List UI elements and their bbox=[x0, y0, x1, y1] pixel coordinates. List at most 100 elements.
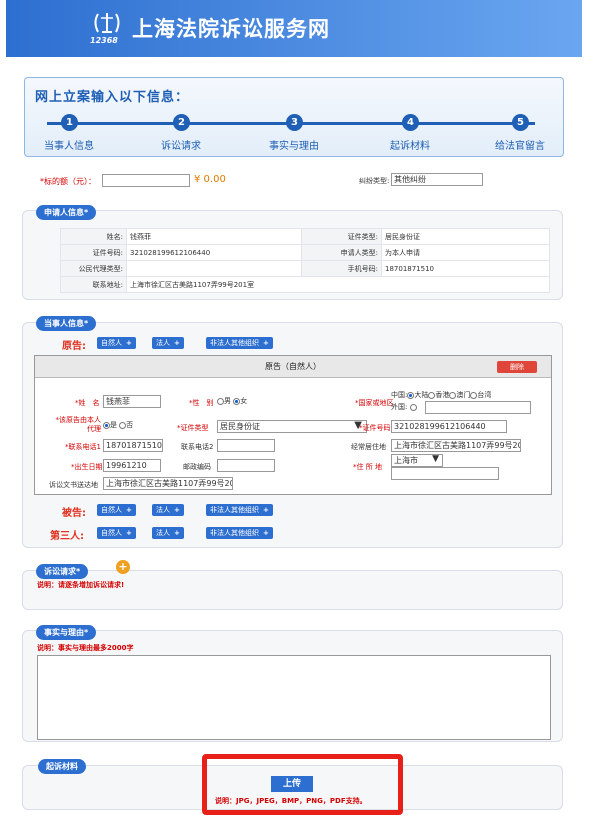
idtype-label: *证件类型 bbox=[177, 424, 209, 432]
name-input[interactable]: 钱燕菲 bbox=[103, 395, 161, 408]
zip-input[interactable] bbox=[217, 459, 275, 472]
region-label: *国家或地区 bbox=[355, 399, 394, 407]
table-cell: 18701871510 bbox=[381, 260, 550, 277]
site-header: 12368 上海法院诉讼服务网 bbox=[6, 0, 582, 57]
doc-address-label: 诉讼文书送达地 bbox=[49, 481, 98, 489]
step-1-circle[interactable]: 1 bbox=[61, 114, 78, 131]
chevron-down-icon: ▼ bbox=[432, 454, 439, 464]
self-agent-radios[interactable]: 是 否 bbox=[103, 420, 133, 430]
amount-input[interactable] bbox=[102, 174, 190, 187]
table-cell: 钱燕菲 bbox=[126, 228, 302, 245]
idno-label: *证件号码 bbox=[359, 424, 391, 432]
table-cell: 321028199612106440 bbox=[126, 244, 302, 261]
phone1-input[interactable]: 18701871510 bbox=[103, 439, 163, 452]
steps-title: 网上立案输入以下信息： bbox=[35, 90, 190, 105]
table-cell: 姓名: bbox=[60, 228, 127, 245]
zip-label: 邮政编码 bbox=[183, 463, 211, 471]
self-agent-label: *该原告由本人代理 bbox=[55, 416, 102, 433]
phone2-input[interactable] bbox=[217, 439, 275, 452]
foreign-country-input[interactable] bbox=[425, 401, 531, 414]
step-3-label[interactable]: 事实与理由 bbox=[254, 137, 334, 152]
applicant-table: 姓名: 钱燕菲 证件类型: 居民身份证 证件号码: 32102819961210… bbox=[60, 228, 550, 293]
upload-button[interactable]: 上传 bbox=[271, 776, 313, 792]
plaintiff-form: 原告（自然人） 删除 *姓 名 钱燕菲 *性 别 男 女 *国家或地区 中国: 大… bbox=[34, 355, 552, 495]
party-title: 当事人信息* bbox=[36, 316, 97, 331]
step-2-label[interactable]: 诉讼请求 bbox=[141, 137, 221, 152]
add-defendant-natural-button[interactable]: 自然人 + bbox=[97, 504, 136, 516]
site-title: 上海法院诉讼服务网 bbox=[132, 17, 330, 41]
table-row: 证件号码: 321028199612106440 申请人类型: 为本人申请 bbox=[60, 244, 550, 261]
facts-title: 事实与理由* bbox=[36, 625, 97, 640]
upload-hint: 说明：JPG，JPEG，BMP，PNG，PDF支持。 bbox=[215, 797, 367, 805]
plaintiff-label: 原告: bbox=[62, 341, 86, 352]
amount-label: *标的额（元）： bbox=[40, 177, 96, 186]
table-cell: 为本人申请 bbox=[381, 244, 550, 261]
logo-number: 12368 bbox=[90, 36, 118, 45]
amount-display: ¥ 0.00 bbox=[194, 174, 226, 185]
materials-title: 起诉材料 bbox=[38, 759, 86, 774]
residence-label: 经常居住地 bbox=[351, 443, 386, 451]
case-type-label: 纠纷类型: bbox=[359, 177, 390, 185]
step-1-label[interactable]: 当事人信息 bbox=[29, 137, 109, 152]
table-cell: 公民代理类型: bbox=[60, 260, 127, 277]
address-input[interactable] bbox=[391, 467, 499, 480]
table-cell: 申请人类型: bbox=[301, 244, 382, 261]
male-radio[interactable] bbox=[217, 397, 224, 405]
step-5-circle[interactable]: 5 bbox=[512, 114, 529, 131]
step-5-label[interactable]: 给法官留言 bbox=[480, 137, 560, 152]
table-row: 姓名: 钱燕菲 证件类型: 居民身份证 bbox=[60, 228, 550, 245]
name-label: *姓 名 bbox=[75, 399, 100, 407]
gender-radios[interactable]: 男 女 bbox=[217, 396, 247, 406]
table-row: 联系地址: 上海市徐汇区古美路1107弄99号201室 bbox=[60, 276, 550, 293]
address-label: *住 所 地 bbox=[353, 463, 382, 471]
add-claim-icon[interactable]: + bbox=[116, 560, 130, 574]
scales-icon bbox=[94, 13, 120, 33]
table-cell: 证件号码: bbox=[60, 244, 127, 261]
facts-hint: 说明：事实与理由最多2000字 bbox=[37, 644, 134, 652]
foreign-option[interactable]: 外国: bbox=[391, 402, 417, 412]
birth-input[interactable]: 19961210 bbox=[103, 459, 161, 472]
add-third-legal-button[interactable]: 法人 + bbox=[152, 527, 184, 539]
defendant-label: 被告: bbox=[62, 508, 86, 519]
idtype-select[interactable]: 居民身份证 ▼ bbox=[217, 420, 367, 433]
idno-input[interactable]: 321028199612106440 bbox=[391, 420, 507, 433]
step-4-label[interactable]: 起诉材料 bbox=[370, 137, 450, 152]
table-cell: 联系地址: bbox=[60, 276, 127, 293]
claims-section bbox=[22, 570, 563, 610]
gender-label: *性 别 bbox=[189, 399, 214, 407]
phone1-label: *联系电话1 bbox=[65, 443, 101, 451]
claims-hint: 说明：请逐条增加诉讼请求! bbox=[37, 581, 125, 589]
step-4-circle[interactable]: 4 bbox=[402, 114, 419, 131]
table-row: 公民代理类型: 手机号码: 18701871510 bbox=[60, 260, 550, 277]
table-cell: 证件类型: bbox=[301, 228, 382, 245]
filing-steps: 网上立案输入以下信息： 1 2 3 4 5 当事人信息 诉讼请求 事实与理由 起… bbox=[24, 77, 564, 157]
step-3-circle[interactable]: 3 bbox=[286, 114, 303, 131]
upload-area: 上传 说明：JPG，JPEG，BMP，PNG，PDF支持。 bbox=[202, 754, 403, 815]
table-cell bbox=[126, 260, 302, 277]
region-radios[interactable]: 中国: 大陆 香港 澳门 台湾 bbox=[391, 390, 491, 400]
facts-textarea[interactable] bbox=[37, 655, 551, 740]
table-cell: 上海市徐汇区古美路1107弄99号201室 bbox=[126, 276, 550, 293]
delete-button[interactable]: 删除 bbox=[497, 361, 537, 373]
table-cell: 手机号码: bbox=[301, 260, 382, 277]
add-plaintiff-other-button[interactable]: 非法人其他组织 + bbox=[206, 337, 273, 349]
add-third-other-button[interactable]: 非法人其他组织 + bbox=[206, 527, 273, 539]
court-logo: 12368 bbox=[90, 10, 130, 46]
doc-address-input[interactable]: 上海市徐汇区古美路1107弄99号201室 bbox=[103, 477, 233, 490]
case-type-input[interactable]: 其他纠纷 bbox=[391, 173, 483, 186]
add-plaintiff-natural-button[interactable]: 自然人 + bbox=[97, 337, 136, 349]
applicant-title: 申请人信息* bbox=[36, 205, 97, 220]
residence-input[interactable]: 上海市徐汇区古美路1107弄99号201室 bbox=[391, 439, 521, 452]
claims-title: 诉讼请求* bbox=[36, 564, 89, 579]
add-third-natural-button[interactable]: 自然人 + bbox=[97, 527, 136, 539]
third-party-label: 第三人: bbox=[50, 531, 84, 542]
plaintiff-form-title: 原告（自然人） bbox=[35, 356, 551, 378]
add-defendant-legal-button[interactable]: 法人 + bbox=[152, 504, 184, 516]
table-cell: 居民身份证 bbox=[381, 228, 550, 245]
phone2-label: 联系电话2 bbox=[181, 443, 214, 451]
birth-label: *出生日期 bbox=[71, 463, 103, 471]
step-2-circle[interactable]: 2 bbox=[173, 114, 190, 131]
add-plaintiff-legal-button[interactable]: 法人 + bbox=[152, 337, 184, 349]
add-defendant-other-button[interactable]: 非法人其他组织 + bbox=[206, 504, 273, 516]
city-select[interactable]: 上海市 ▼ bbox=[391, 454, 443, 467]
